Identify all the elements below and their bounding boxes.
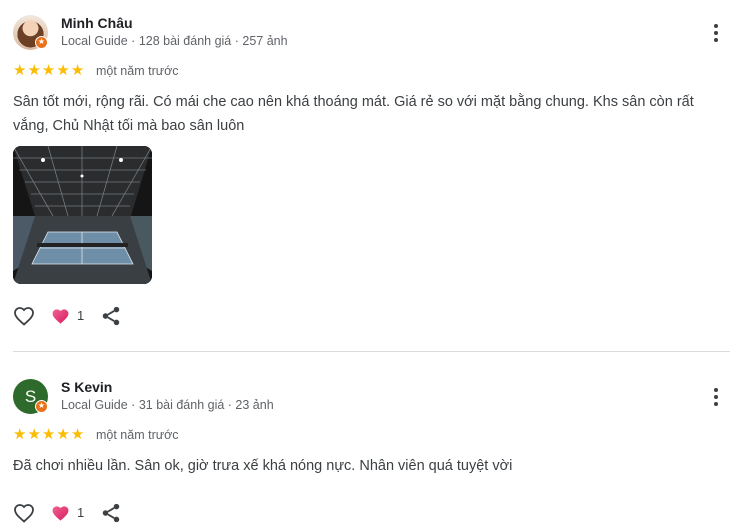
- like-count: 1: [77, 308, 85, 323]
- reviewer-name[interactable]: Minh Châu: [61, 15, 133, 31]
- star-icon: ★: [56, 62, 70, 79]
- review-time: một năm trước: [96, 64, 179, 78]
- review-time: một năm trước: [96, 428, 179, 442]
- rating-stars: ★ ★ ★ ★ ★: [13, 427, 84, 442]
- more-options-icon[interactable]: [708, 22, 724, 44]
- more-options-icon[interactable]: [708, 386, 724, 408]
- star-icon: ★: [41, 426, 56, 443]
- rating-stars: ★ ★ ★ ★ ★: [13, 63, 84, 78]
- star-icon: ★: [41, 62, 56, 79]
- reviewer-name[interactable]: S Kevin: [61, 379, 112, 395]
- local-guide-badge-icon: ★: [35, 400, 48, 413]
- like-button[interactable]: [12, 501, 36, 530]
- heart-outline-icon: [14, 307, 34, 326]
- star-icon: ★: [70, 426, 85, 443]
- share-icon: [102, 503, 120, 523]
- star-icon: ★: [56, 426, 70, 443]
- star-icon: ★: [27, 426, 41, 443]
- star-icon: ★: [70, 62, 85, 79]
- star-icon: ★: [13, 426, 27, 443]
- share-button[interactable]: [100, 502, 122, 529]
- share-icon: [102, 306, 120, 326]
- review-photo[interactable]: [13, 146, 152, 284]
- review-divider: [13, 351, 730, 352]
- like-count: 1: [77, 505, 85, 520]
- star-icon: ★: [13, 62, 27, 79]
- reviewer-meta: Local Guide · 31 bài đánh giá · 23 ảnh: [61, 398, 274, 412]
- review-photo-image: [13, 146, 152, 284]
- reviewer-meta: Local Guide · 128 bài đánh giá · 257 ảnh: [61, 34, 288, 48]
- review-text: Đã chơi nhiều lần. Sân ok, giờ trưa xế k…: [13, 458, 513, 474]
- share-button[interactable]: [100, 305, 122, 332]
- local-guide-badge-icon: ★: [35, 36, 48, 49]
- heart-outline-icon: [14, 504, 34, 523]
- like-button[interactable]: [12, 304, 36, 333]
- reaction-heart-icon: [51, 307, 70, 331]
- reaction-heart-icon: [51, 504, 70, 528]
- review-text: Sân tốt mới, rộng rãi. Có mái che cao nê…: [13, 94, 694, 134]
- star-icon: ★: [27, 62, 41, 79]
